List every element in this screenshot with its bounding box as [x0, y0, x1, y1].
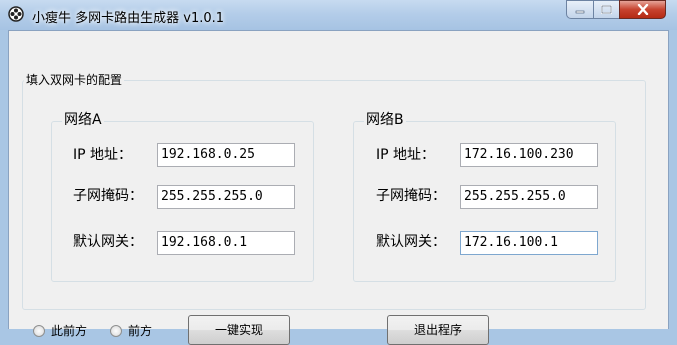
minimize-icon [575, 10, 585, 13]
network-b-gateway-input[interactable]: 172.16.100.1 [460, 231, 598, 255]
option-radio-1[interactable]: 此前方 [33, 322, 87, 339]
option-radio-2-label: 前方 [128, 324, 153, 338]
network-b-mask-label: 子网掩码： [376, 188, 446, 204]
network-a-gateway-label: 默认网关： [73, 234, 143, 250]
network-a-ip-input[interactable]: 192.168.0.25 [157, 143, 295, 167]
network-a-gateway-input[interactable]: 192.168.0.1 [157, 231, 295, 255]
network-b-gateway-label: 默认网关： [376, 234, 446, 250]
network-a-ip-label: IP 地址： [73, 147, 133, 163]
config-group-title: 填入双网卡的配置 [24, 73, 125, 87]
close-button[interactable] [619, 0, 666, 19]
maximize-icon [601, 5, 612, 14]
title-bar[interactable]: 小瘦牛 多网卡路由生成器 v1.0.1 [0, 0, 677, 30]
generate-button[interactable]: 一键实现 [188, 315, 290, 345]
minimize-button[interactable] [566, 0, 593, 19]
network-b-ip-label: IP 地址： [376, 147, 436, 163]
option-radio-2[interactable]: 前方 [110, 322, 152, 339]
network-b-mask-input[interactable]: 255.255.255.0 [460, 185, 598, 209]
option-radio-1-label: 此前方 [51, 324, 88, 338]
network-b-ip-input[interactable]: 172.16.100.230 [460, 143, 598, 167]
client-area: 填入双网卡的配置 网络A IP 地址： 192.168.0.25 子网掩码： 2… [8, 30, 669, 345]
radio-2-circle [110, 324, 122, 337]
window-title: 小瘦牛 多网卡路由生成器 v1.0.1 [32, 11, 225, 26]
network-a-mask-label: 子网掩码： [73, 188, 143, 204]
close-icon [637, 4, 648, 15]
network-a-title: 网络A [62, 112, 104, 128]
exit-button[interactable]: 退出程序 [387, 315, 489, 345]
maximize-button[interactable] [593, 0, 619, 19]
network-b-title: 网络B [364, 112, 406, 128]
app-icon [8, 6, 24, 22]
network-a-mask-input[interactable]: 255.255.255.0 [157, 185, 295, 209]
radio-1-circle [33, 324, 45, 337]
